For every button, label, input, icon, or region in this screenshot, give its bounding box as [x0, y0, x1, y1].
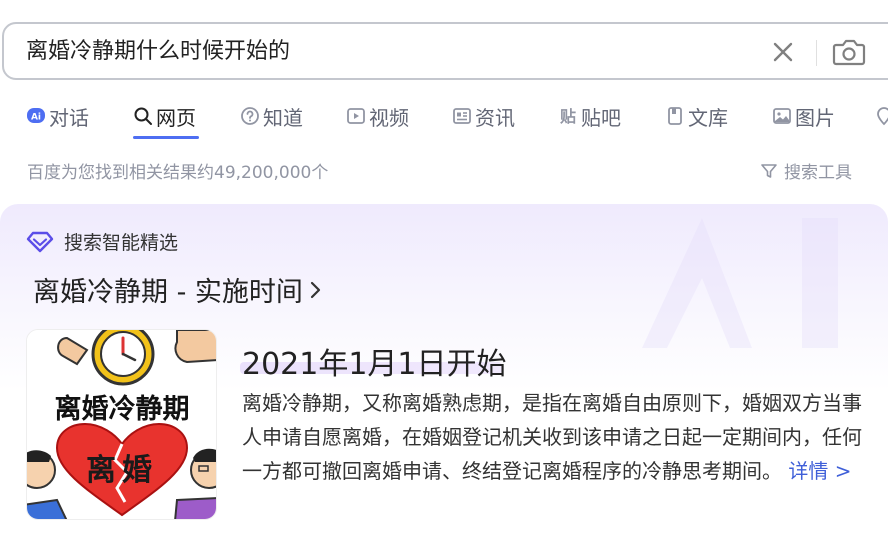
ai-answer-description: 离婚冷静期，又称离婚熟虑期，是指在离婚自由原则下，婚姻双方当事人申请自愿离婚，在… [242, 386, 867, 488]
thumbnail-heart-text: 离婚 [86, 453, 158, 488]
tab-label: 网页 [156, 105, 196, 130]
search-tools-label: 搜索工具 [784, 163, 852, 183]
ai-answer-headline: 2021年1月1日开始 [242, 347, 507, 382]
tab-zhidao[interactable]: 知道 [240, 96, 303, 136]
ai-card-title[interactable]: 离婚冷静期 - 实施时间 [33, 270, 323, 309]
tab-label: 对话 [49, 105, 89, 130]
svg-text:Ai: Ai [31, 113, 41, 123]
tab-wenku[interactable]: 文库 [665, 96, 728, 136]
diamond-icon [26, 231, 54, 252]
thumbnail-heading: 离婚冷静期 [55, 393, 190, 425]
search-results-page: 离婚冷静期什么时候开始的 Ai 对话 网页 知道 视频 资讯 贴 贴吧 文库 图… [0, 0, 888, 544]
tab-label: 贴吧 [581, 105, 621, 130]
chevron-right-icon [310, 281, 321, 298]
tab-label: 知道 [263, 105, 303, 130]
tab-label: 视频 [369, 105, 409, 130]
filter-icon [761, 163, 777, 178]
ai-answer-card: 搜索智能精选 离婚冷静期 - 实施时间 离婚冷静期 离婚 2021年1月1日开始… [0, 204, 888, 544]
search-tabs: Ai 对话 网页 知道 视频 资讯 贴 贴吧 文库 图片 [0, 96, 888, 140]
tieba-icon: 贴 [560, 107, 576, 126]
tab-label: 资讯 [475, 105, 515, 130]
tab-news[interactable]: 资讯 [452, 96, 515, 136]
tab-images[interactable]: 图片 [772, 96, 835, 136]
video-icon [347, 108, 365, 124]
search-box[interactable]: 离婚冷静期什么时候开始的 [2, 22, 888, 80]
ai-card-header: 搜索智能精选 [26, 228, 178, 255]
tab-video[interactable]: 视频 [346, 96, 409, 136]
map-pin-icon [877, 107, 888, 126]
ai-card-title-text: 离婚冷静期 - 实施时间 [33, 277, 303, 308]
result-count: 百度为您找到相关结果约49,200,000个 [27, 163, 329, 183]
tab-web[interactable]: 网页 [133, 96, 196, 136]
tab-label: 图片 [795, 105, 835, 130]
tab-tieba[interactable]: 贴 贴吧 [558, 96, 621, 136]
active-tab-indicator [133, 136, 199, 139]
tab-more[interactable] [874, 96, 888, 136]
camera-icon[interactable] [832, 36, 866, 68]
tab-label: 文库 [688, 105, 728, 130]
question-icon [241, 107, 259, 125]
ai-watermark-icon [642, 218, 838, 348]
doc-icon [668, 107, 682, 125]
news-icon [453, 108, 471, 124]
search-tools-button[interactable]: 搜索工具 [760, 158, 852, 183]
svg-text:贴: 贴 [560, 107, 576, 126]
divider [816, 40, 817, 66]
ai-answer-text: 离婚冷静期，又称离婚熟虑期，是指在离婚自由原则下，婚姻双方当事人申请自愿离婚，在… [242, 391, 862, 483]
details-link[interactable]: 详情 > [788, 459, 851, 483]
tab-chat[interactable]: Ai 对话 [26, 96, 89, 136]
close-icon[interactable] [770, 39, 796, 65]
ai-card-header-label: 搜索智能精选 [64, 232, 179, 254]
ai-card-thumbnail[interactable]: 离婚冷静期 离婚 [26, 329, 217, 520]
ai-chat-icon: Ai [27, 108, 45, 123]
search-input[interactable]: 离婚冷静期什么时候开始的 [26, 37, 290, 67]
divorce-illustration-image: 离婚冷静期 离婚 [27, 330, 216, 519]
image-icon [773, 108, 791, 124]
search-icon [134, 107, 152, 125]
